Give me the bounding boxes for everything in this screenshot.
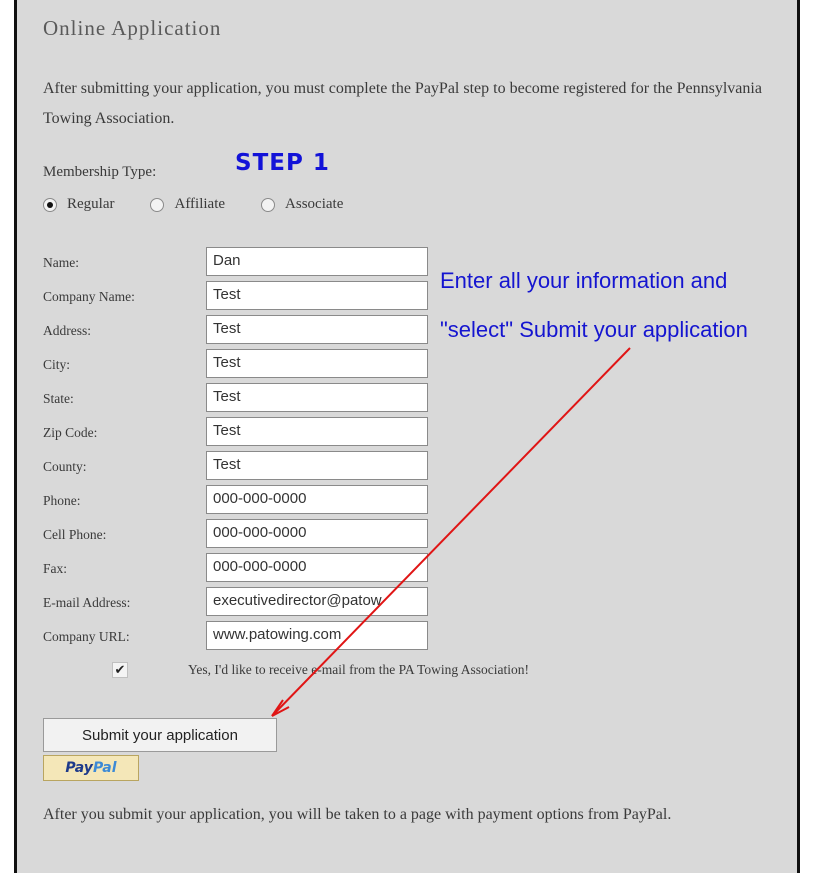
annotation-arrow-shaft <box>271 347 631 717</box>
annotation-arrow <box>271 347 631 717</box>
